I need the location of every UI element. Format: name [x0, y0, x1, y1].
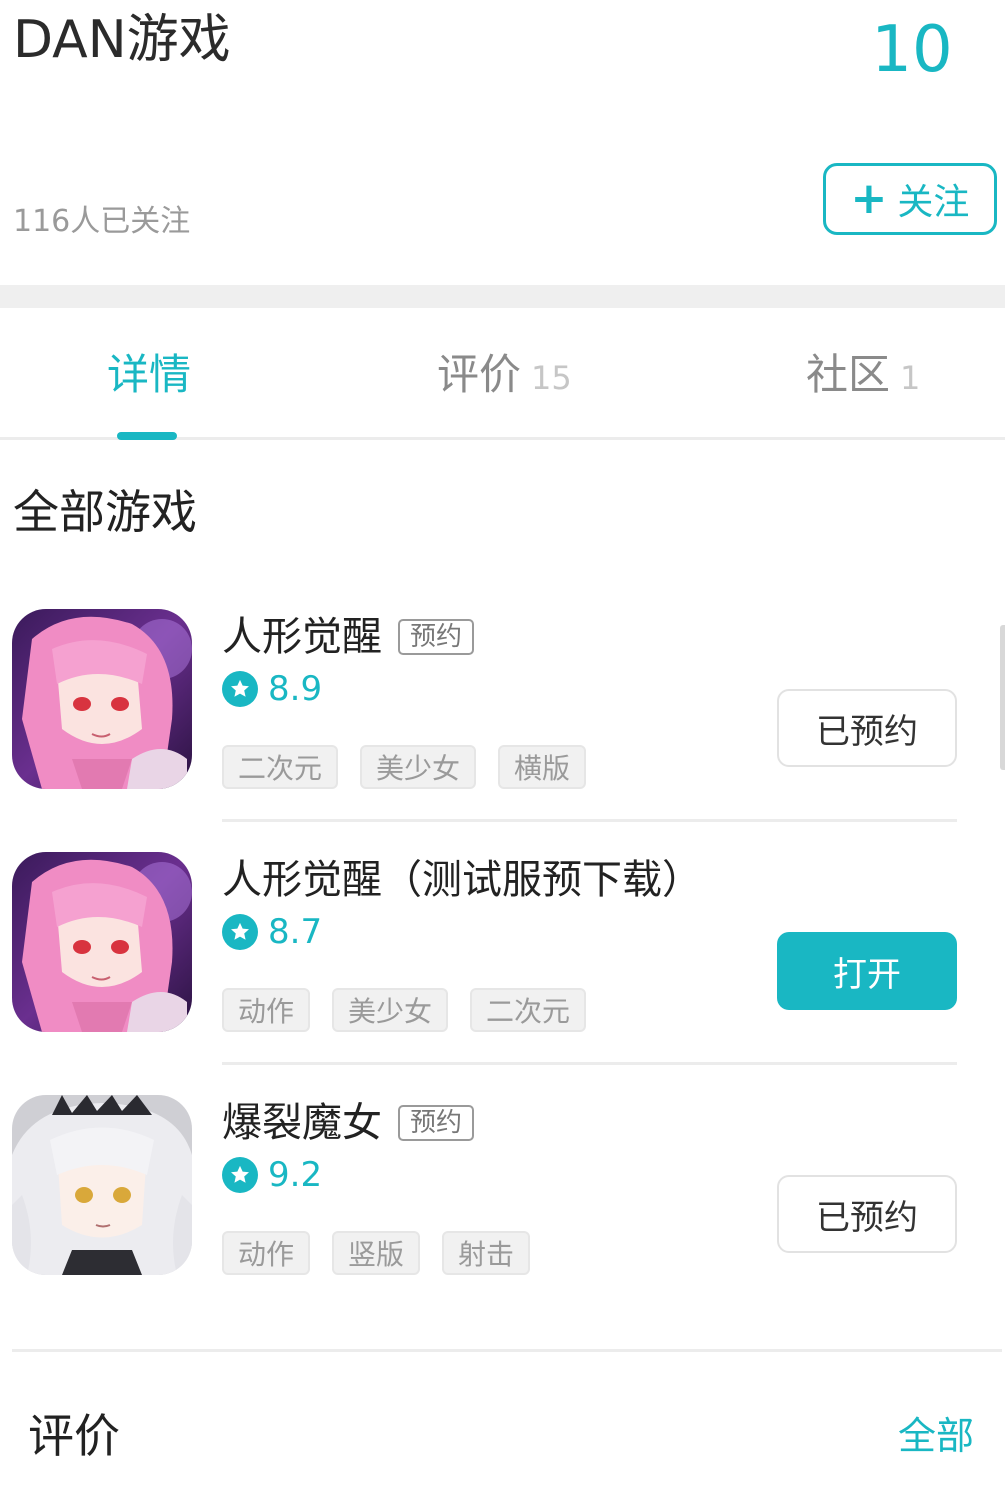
pink-hair-anime-girl-icon[interactable]	[12, 852, 192, 1032]
section-separator	[0, 285, 1005, 308]
games-section-title: 全部游戏	[13, 485, 197, 539]
game-rating: 9.2	[222, 1153, 322, 1197]
game-tags: 动作 竖版 射击	[222, 1231, 552, 1275]
tab-reviews[interactable]: 评价 15	[437, 345, 572, 405]
reserved-button[interactable]: 已预约	[777, 1175, 957, 1253]
game-tag[interactable]: 美少女	[332, 988, 449, 1032]
tab-reviews-count: 15	[531, 359, 572, 397]
game-title-text: 人形觉醒	[222, 614, 382, 660]
game-tag[interactable]: 美少女	[360, 745, 477, 789]
section-divider	[12, 1349, 1002, 1352]
active-tab-indicator	[117, 432, 177, 440]
game-tag[interactable]: 二次元	[470, 988, 587, 1032]
reviews-section-title: 评价	[28, 1409, 120, 1463]
star-icon	[222, 914, 258, 950]
game-list-item[interactable]: 人形觉醒 预约 8.9 二次元 美少女 横版 已预约	[0, 609, 1005, 852]
star-icon	[222, 1157, 258, 1193]
row-divider	[222, 819, 957, 822]
game-rating-value: 9.2	[268, 1155, 323, 1195]
game-tag[interactable]: 动作	[222, 1231, 311, 1275]
game-tags: 动作 美少女 二次元	[222, 988, 608, 1032]
game-tag[interactable]: 动作	[222, 988, 311, 1032]
game-title: 人形觉醒 预约	[222, 611, 475, 663]
tab-community[interactable]: 社区 1	[806, 345, 920, 405]
reservation-badge: 预约	[398, 619, 475, 655]
follower-count: 116人已关注	[13, 204, 191, 239]
tab-community-count: 1	[900, 359, 921, 397]
game-tag[interactable]: 二次元	[222, 745, 339, 789]
reservation-badge: 预约	[398, 1105, 475, 1141]
view-all-reviews-link[interactable]: 全部	[898, 1411, 974, 1461]
silver-hair-witch-icon[interactable]	[12, 1095, 192, 1275]
game-rating: 8.7	[222, 910, 322, 954]
follow-button-label: 关注	[897, 182, 970, 223]
open-button[interactable]: 打开	[777, 932, 957, 1010]
game-title: 人形觉醒（测试服预下载）	[222, 854, 702, 906]
reserved-button[interactable]: 已预约	[777, 689, 957, 767]
game-rating-value: 8.9	[268, 669, 323, 709]
game-title-text: 爆裂魔女	[222, 1100, 382, 1146]
row-divider	[222, 1062, 957, 1065]
game-tags: 二次元 美少女 横版	[222, 745, 608, 789]
tab-community-label: 社区	[806, 350, 891, 399]
tab-details-label: 详情	[107, 350, 192, 399]
game-list-item[interactable]: 人形觉醒（测试服预下载） 8.7 动作 美少女 二次元 打开	[0, 852, 1005, 1095]
game-tag[interactable]: 竖版	[332, 1231, 421, 1275]
game-title: 爆裂魔女 预约	[222, 1097, 475, 1149]
game-rating: 8.9	[222, 667, 322, 711]
scroll-peek-edge	[1000, 625, 1005, 770]
developer-name: DAN游戏	[13, 10, 231, 70]
follow-button[interactable]: + 关注	[823, 163, 997, 235]
plus-icon: +	[850, 173, 888, 224]
developer-score: 10	[871, 13, 953, 87]
pink-hair-anime-girl-icon[interactable]	[12, 609, 192, 789]
game-rating-value: 8.7	[268, 912, 323, 952]
tab-reviews-label: 评价	[437, 350, 522, 399]
tab-details[interactable]: 详情	[107, 345, 191, 405]
game-title-text: 人形觉醒（测试服预下载）	[222, 857, 702, 903]
game-tag[interactable]: 横版	[498, 745, 587, 789]
game-list-item[interactable]: 爆裂魔女 预约 9.2 动作 竖版 射击 已预约	[0, 1095, 1005, 1338]
star-icon	[222, 671, 258, 707]
game-tag[interactable]: 射击	[442, 1231, 531, 1275]
